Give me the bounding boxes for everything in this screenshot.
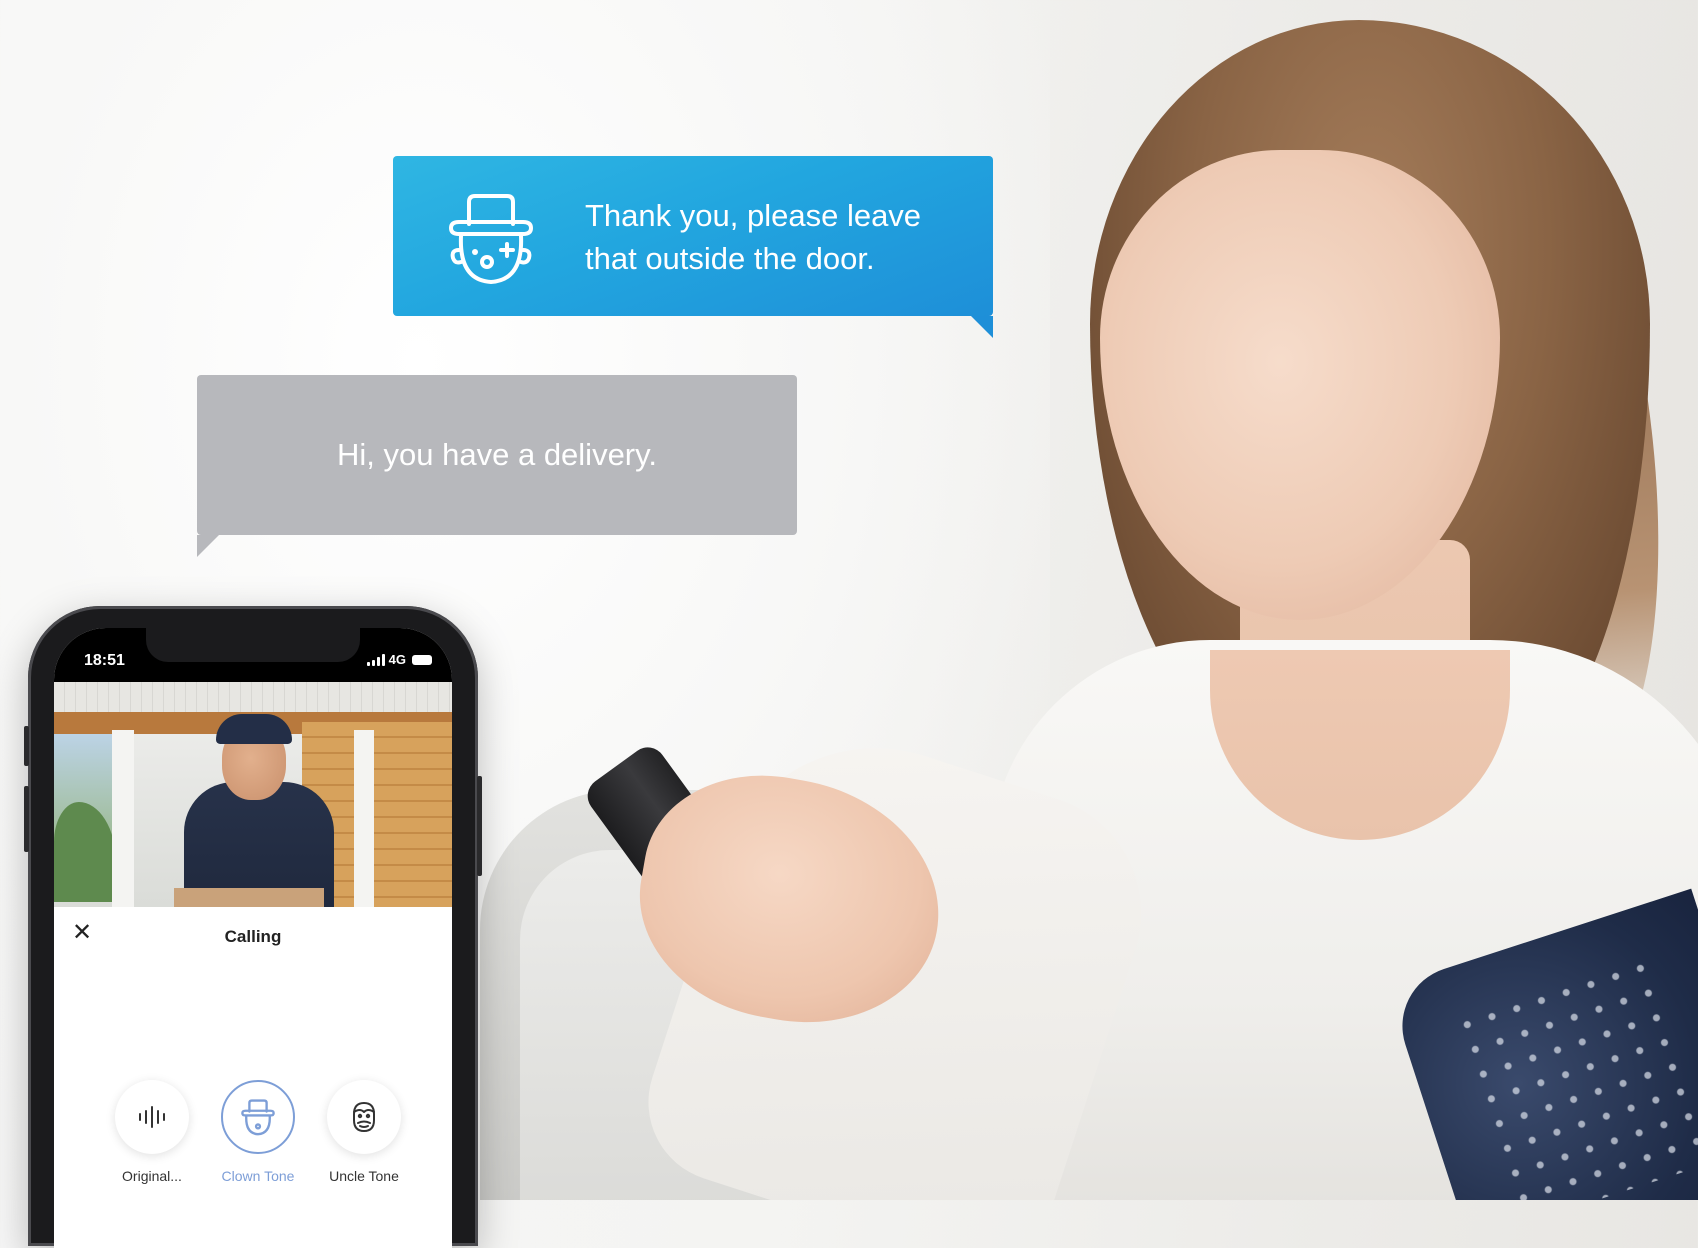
tone-label: Original... [122, 1168, 182, 1184]
visitor-speech-bubble: Hi, you have a delivery. [197, 375, 797, 557]
signal-icon [366, 653, 385, 666]
notch [146, 628, 360, 662]
page-title: Calling [224, 927, 282, 946]
status-bar: 18:51 4G [54, 628, 452, 682]
voice-tone-selector: Original... Clown Tone Uncle Tone [54, 1080, 452, 1220]
battery-icon [412, 654, 432, 665]
clown-face-icon [241, 1099, 275, 1136]
status-icons: 4G [366, 652, 432, 667]
phone-mockup: 18:51 4G ✕ Calling Original... Clown Ton… [24, 606, 482, 1248]
reply-message-text: Thank you, please leave that outside the… [585, 198, 922, 276]
tone-button-original[interactable] [115, 1080, 189, 1154]
tone-option-clown[interactable]: Clown Tone [208, 1080, 308, 1184]
doorbell-video-feed[interactable] [54, 682, 452, 907]
visitor-message-text: Hi, you have a delivery. [337, 437, 657, 472]
tone-label: Uncle Tone [329, 1168, 399, 1184]
uncle-face-icon [353, 1102, 375, 1132]
phone-side-button [24, 726, 29, 766]
tone-button-uncle[interactable] [327, 1080, 401, 1154]
phone-volume-button [24, 786, 29, 852]
reply-speech-bubble: Thank you, please leave that outside the… [393, 156, 993, 338]
porch-post [112, 730, 134, 907]
tone-button-clown[interactable] [221, 1080, 295, 1154]
porch-post [354, 730, 374, 907]
tone-option-original[interactable]: Original... [102, 1080, 202, 1184]
network-label: 4G [388, 652, 406, 667]
clown-face-icon [449, 194, 533, 284]
call-header: ✕ Calling [54, 907, 452, 967]
delivery-box [174, 888, 324, 907]
phone-power-button [477, 776, 482, 876]
tone-option-uncle[interactable]: Uncle Tone [314, 1080, 414, 1184]
tone-label: Clown Tone [221, 1168, 295, 1184]
phone-screen: 18:51 4G ✕ Calling Original... Clown Ton… [54, 628, 452, 1248]
courier-cap [216, 714, 292, 744]
status-time: 18:51 [84, 652, 125, 669]
sound-wave-icon [139, 1106, 165, 1128]
